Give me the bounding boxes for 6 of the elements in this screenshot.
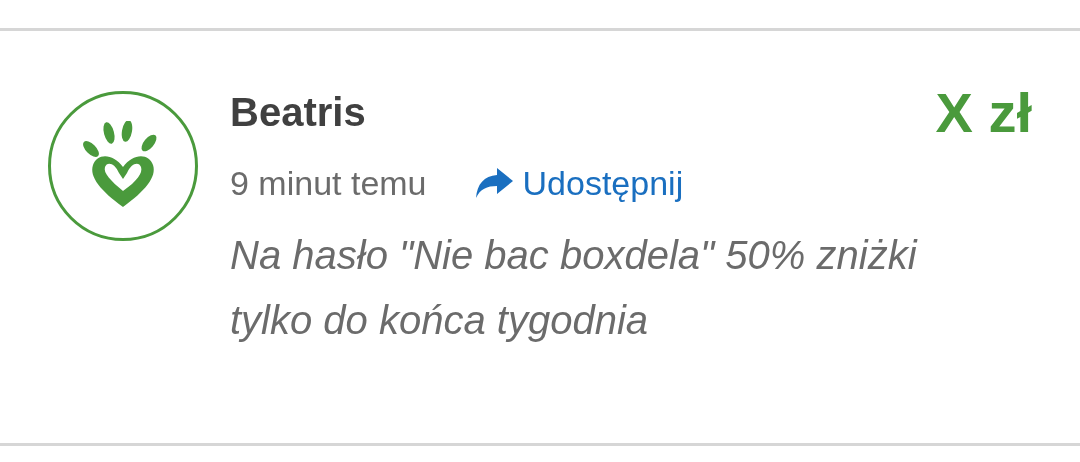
share-icon xyxy=(474,168,513,198)
comment-text: Na hasło "Nie bac boxdela" 50% zniżki tylko do końca tygodnia xyxy=(230,232,919,344)
timestamp: 9 minut temu xyxy=(230,163,427,203)
amount: X zł xyxy=(935,83,1032,143)
share-link[interactable]: Udostępnij xyxy=(474,163,684,203)
author-name: Beatris xyxy=(230,89,366,136)
